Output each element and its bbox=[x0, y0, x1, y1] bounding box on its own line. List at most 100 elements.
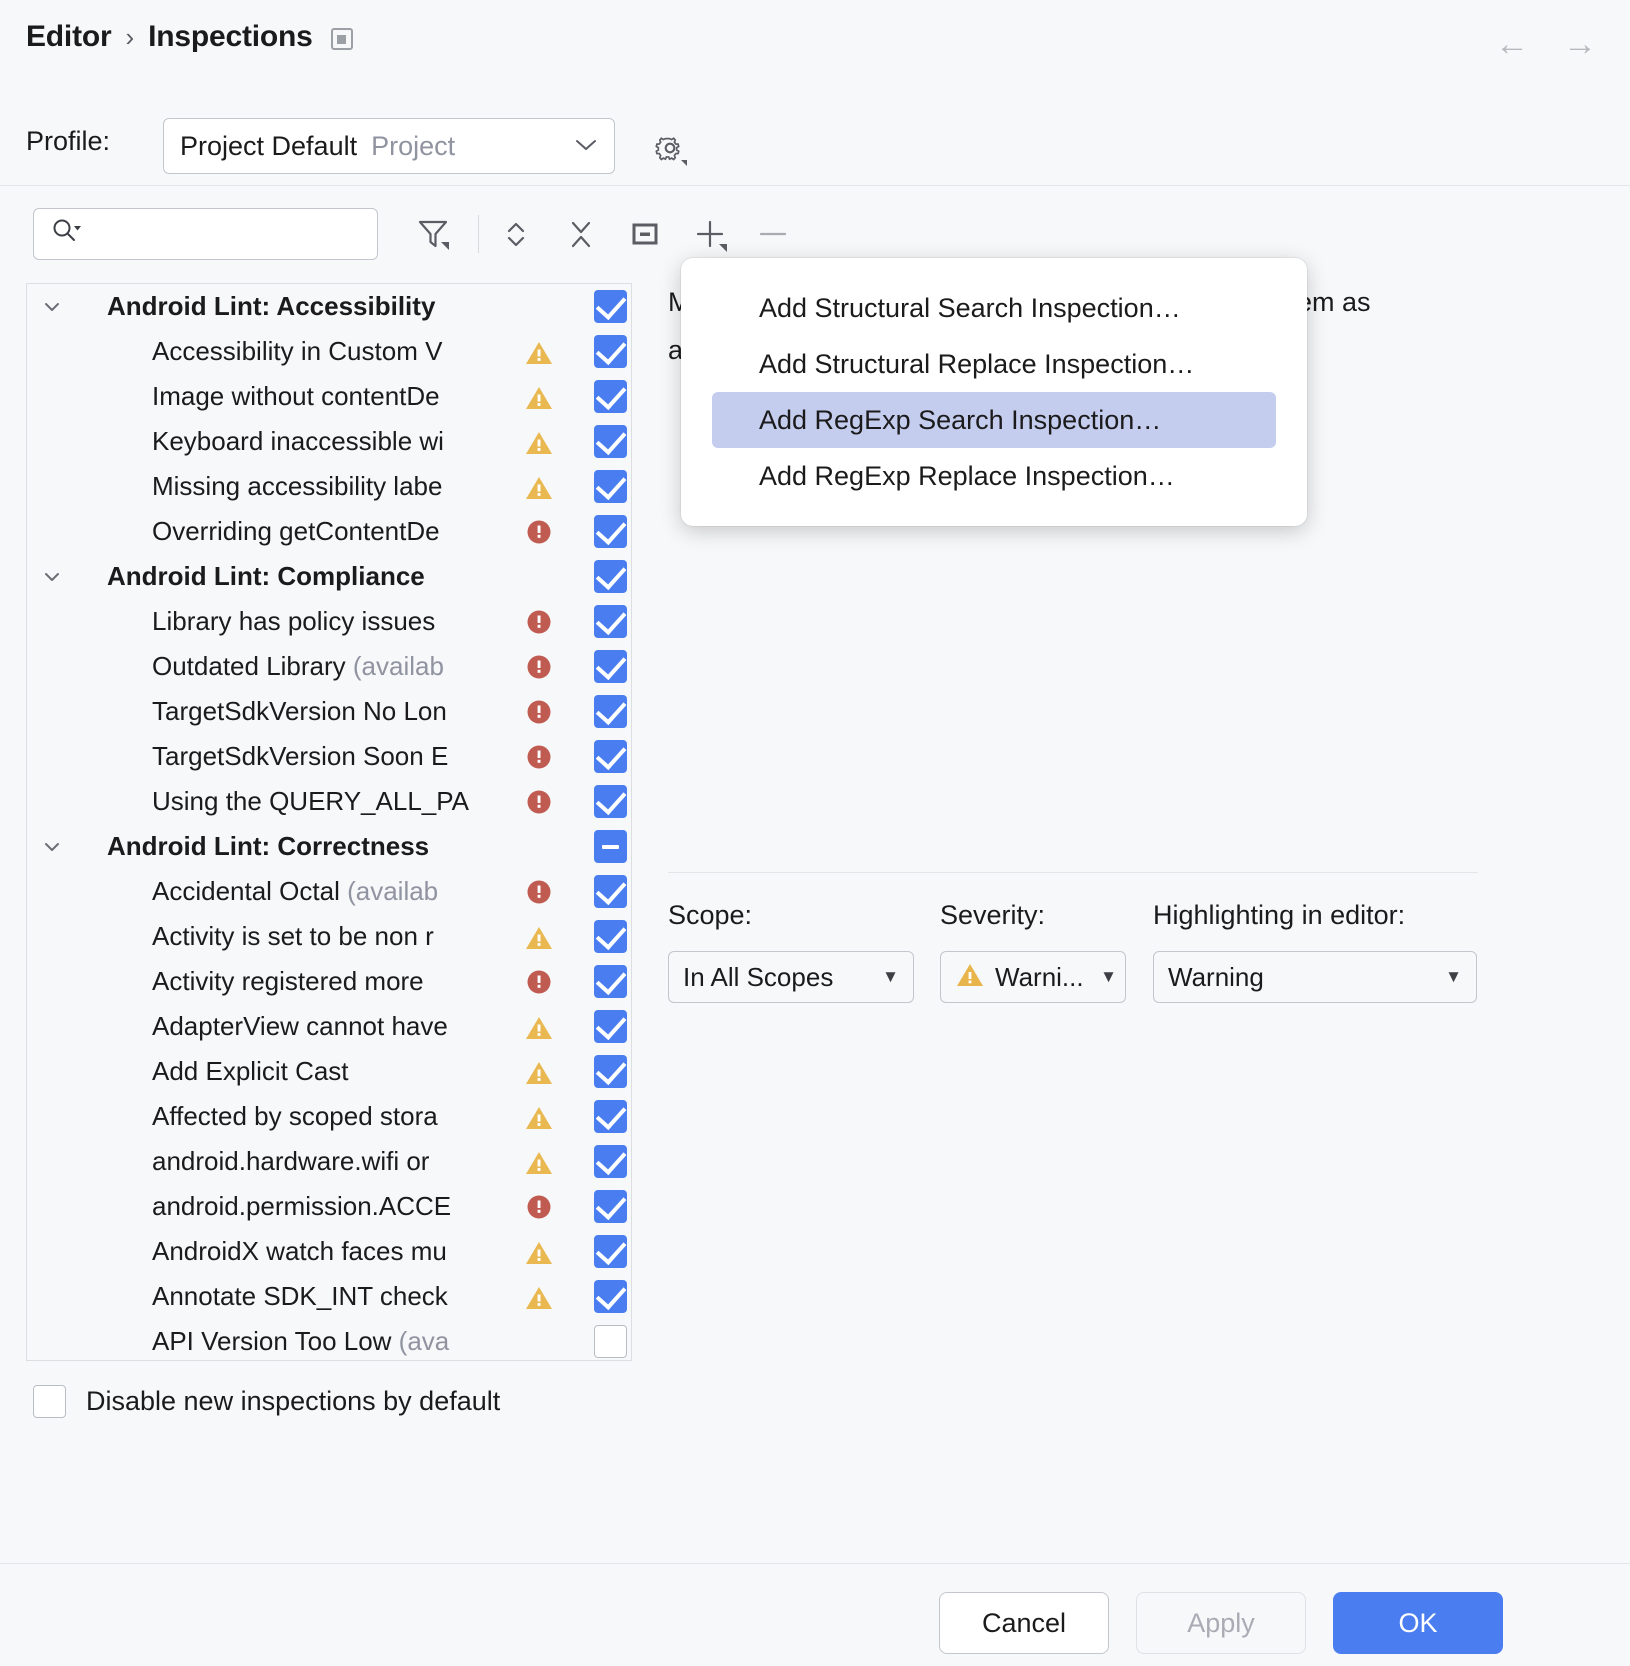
tree-item-checkbox[interactable] bbox=[594, 1235, 627, 1268]
filter-icon[interactable] bbox=[410, 211, 456, 257]
back-arrow-icon[interactable]: ← bbox=[1494, 26, 1530, 62]
tree-item-checkbox[interactable] bbox=[594, 470, 627, 503]
add-icon[interactable] bbox=[687, 211, 733, 257]
popup-menu-item[interactable]: Add Structural Replace Inspection… bbox=[712, 336, 1276, 392]
tree-item-row[interactable]: Overriding getContentDe bbox=[27, 509, 631, 554]
disable-new-inspections-row[interactable]: Disable new inspections by default bbox=[33, 1385, 500, 1418]
tree-item-label: Activity registered more bbox=[152, 966, 522, 997]
tree-item-checkbox[interactable] bbox=[594, 1325, 627, 1358]
tree-item-row[interactable]: Accessibility in Custom V bbox=[27, 329, 631, 374]
popup-menu-item[interactable]: Add RegExp Search Inspection… bbox=[712, 392, 1276, 448]
tree-item-label: Android Lint: Accessibility bbox=[107, 291, 522, 322]
apply-button[interactable]: Apply bbox=[1136, 1592, 1306, 1654]
tree-group-row[interactable]: Android Lint: Correctness bbox=[27, 824, 631, 869]
remove-icon[interactable] bbox=[750, 211, 796, 257]
severity-warning-icon bbox=[524, 1057, 554, 1087]
tree-item-row[interactable]: Outdated Library (availab bbox=[27, 644, 631, 689]
tree-item-label: Accidental Octal (availab bbox=[152, 876, 522, 907]
tree-item-checkbox[interactable] bbox=[594, 1190, 627, 1223]
tree-item-checkbox[interactable] bbox=[594, 650, 627, 683]
severity-error-icon bbox=[524, 742, 554, 772]
chevron-down-icon[interactable] bbox=[39, 294, 65, 320]
severity-warning-icon bbox=[524, 1282, 554, 1312]
tree-item-row[interactable]: Using the QUERY_ALL_PA bbox=[27, 779, 631, 824]
tree-item-row[interactable]: Annotate SDK_INT check bbox=[27, 1274, 631, 1319]
tree-item-row[interactable]: Library has policy issues bbox=[27, 599, 631, 644]
tree-item-label: Using the QUERY_ALL_PA bbox=[152, 786, 522, 817]
ok-button[interactable]: OK bbox=[1333, 1592, 1503, 1654]
scope-select[interactable]: In All Scopes ▼ bbox=[668, 951, 914, 1003]
tree-item-checkbox[interactable] bbox=[594, 1100, 627, 1133]
tree-item-checkbox[interactable] bbox=[594, 830, 627, 863]
inspections-tree[interactable]: Android Lint: Accessibility Accessibility… bbox=[26, 283, 632, 1361]
tree-item-row[interactable]: TargetSdkVersion No Lon bbox=[27, 689, 631, 734]
scope-option-group: Scope: In All Scopes ▼ bbox=[668, 900, 914, 1003]
tree-item-row[interactable]: Image without contentDe bbox=[27, 374, 631, 419]
search-input[interactable] bbox=[33, 208, 378, 260]
tree-item-label: Library has policy issues bbox=[152, 606, 522, 637]
tree-item-checkbox[interactable] bbox=[594, 740, 627, 773]
tree-item-checkbox[interactable] bbox=[594, 335, 627, 368]
add-inspection-popup-menu[interactable]: Add Structural Search Inspection…Add Str… bbox=[681, 258, 1307, 526]
breadcrumb: Editor › Inspections bbox=[26, 20, 353, 54]
tree-item-checkbox[interactable] bbox=[594, 1145, 627, 1178]
tree-item-checkbox[interactable] bbox=[594, 965, 627, 998]
tree-item-checkbox[interactable] bbox=[594, 875, 627, 908]
tree-item-checkbox[interactable] bbox=[594, 920, 627, 953]
tree-item-checkbox[interactable] bbox=[594, 425, 627, 458]
tree-group-row[interactable]: Android Lint: Accessibility bbox=[27, 284, 631, 329]
tree-item-label: AndroidX watch faces mu bbox=[152, 1236, 522, 1267]
cancel-button[interactable]: Cancel bbox=[939, 1592, 1109, 1654]
tree-item-checkbox[interactable] bbox=[594, 1010, 627, 1043]
popup-menu-item[interactable]: Add Structural Search Inspection… bbox=[712, 280, 1276, 336]
tree-item-label: Missing accessibility labe bbox=[152, 471, 522, 502]
tree-group-row[interactable]: Android Lint: Compliance bbox=[27, 554, 631, 599]
chevron-down-icon: ▼ bbox=[882, 967, 899, 987]
profile-select[interactable]: Project Default Project bbox=[163, 118, 615, 174]
tree-item-row[interactable]: API Version Too Low (ava bbox=[27, 1319, 631, 1361]
tree-item-row[interactable]: Activity registered more bbox=[27, 959, 631, 1004]
tree-item-row[interactable]: AdapterView cannot have bbox=[27, 1004, 631, 1049]
tree-item-checkbox[interactable] bbox=[594, 1055, 627, 1088]
tree-item-row[interactable]: Missing accessibility labe bbox=[27, 464, 631, 509]
severity-error-icon bbox=[524, 697, 554, 727]
options-divider bbox=[668, 872, 1478, 873]
collapse-all-icon[interactable] bbox=[558, 211, 604, 257]
tree-item-label: Accessibility in Custom V bbox=[152, 336, 522, 367]
highlighting-select[interactable]: Warning ▼ bbox=[1153, 951, 1477, 1003]
tree-item-checkbox[interactable] bbox=[594, 515, 627, 548]
chevron-down-icon[interactable] bbox=[39, 564, 65, 590]
severity-select[interactable]: Warni... ▼ bbox=[940, 951, 1126, 1003]
chevron-down-icon[interactable] bbox=[39, 834, 65, 860]
tree-item-checkbox[interactable] bbox=[594, 1280, 627, 1313]
highlighting-value: Warning bbox=[1168, 962, 1264, 993]
tree-item-checkbox[interactable] bbox=[594, 785, 627, 818]
tree-item-row[interactable]: Accidental Octal (availab bbox=[27, 869, 631, 914]
popup-menu-item[interactable]: Add RegExp Replace Inspection… bbox=[712, 448, 1276, 504]
gear-icon[interactable] bbox=[653, 132, 689, 168]
breadcrumb-item-editor[interactable]: Editor bbox=[26, 20, 111, 54]
tree-item-checkbox[interactable] bbox=[594, 695, 627, 728]
chevron-down-icon: ▼ bbox=[1445, 967, 1462, 987]
tree-item-row[interactable]: AndroidX watch faces mu bbox=[27, 1229, 631, 1274]
tree-item-row[interactable]: android.hardware.wifi or bbox=[27, 1139, 631, 1184]
window-mode-icon[interactable] bbox=[331, 28, 353, 50]
severity-warning-icon bbox=[524, 1012, 554, 1042]
forward-arrow-icon[interactable]: → bbox=[1562, 26, 1598, 62]
tree-item-row[interactable]: android.permission.ACCE bbox=[27, 1184, 631, 1229]
tree-item-row[interactable]: Affected by scoped stora bbox=[27, 1094, 631, 1139]
tree-item-row[interactable]: Activity is set to be non r bbox=[27, 914, 631, 959]
tree-item-checkbox[interactable] bbox=[594, 290, 627, 323]
tree-item-row[interactable]: Keyboard inaccessible wi bbox=[27, 419, 631, 464]
warning-triangle-icon bbox=[955, 960, 985, 995]
tree-item-checkbox[interactable] bbox=[594, 605, 627, 638]
disable-new-inspections-checkbox[interactable] bbox=[33, 1385, 66, 1418]
severity-error-icon bbox=[524, 967, 554, 997]
expand-collapse-icon[interactable] bbox=[493, 211, 539, 257]
show-disabled-icon[interactable] bbox=[622, 211, 668, 257]
breadcrumb-item-inspections[interactable]: Inspections bbox=[148, 20, 313, 54]
tree-item-checkbox[interactable] bbox=[594, 560, 627, 593]
tree-item-checkbox[interactable] bbox=[594, 380, 627, 413]
tree-item-row[interactable]: TargetSdkVersion Soon E bbox=[27, 734, 631, 779]
tree-item-row[interactable]: Add Explicit Cast bbox=[27, 1049, 631, 1094]
